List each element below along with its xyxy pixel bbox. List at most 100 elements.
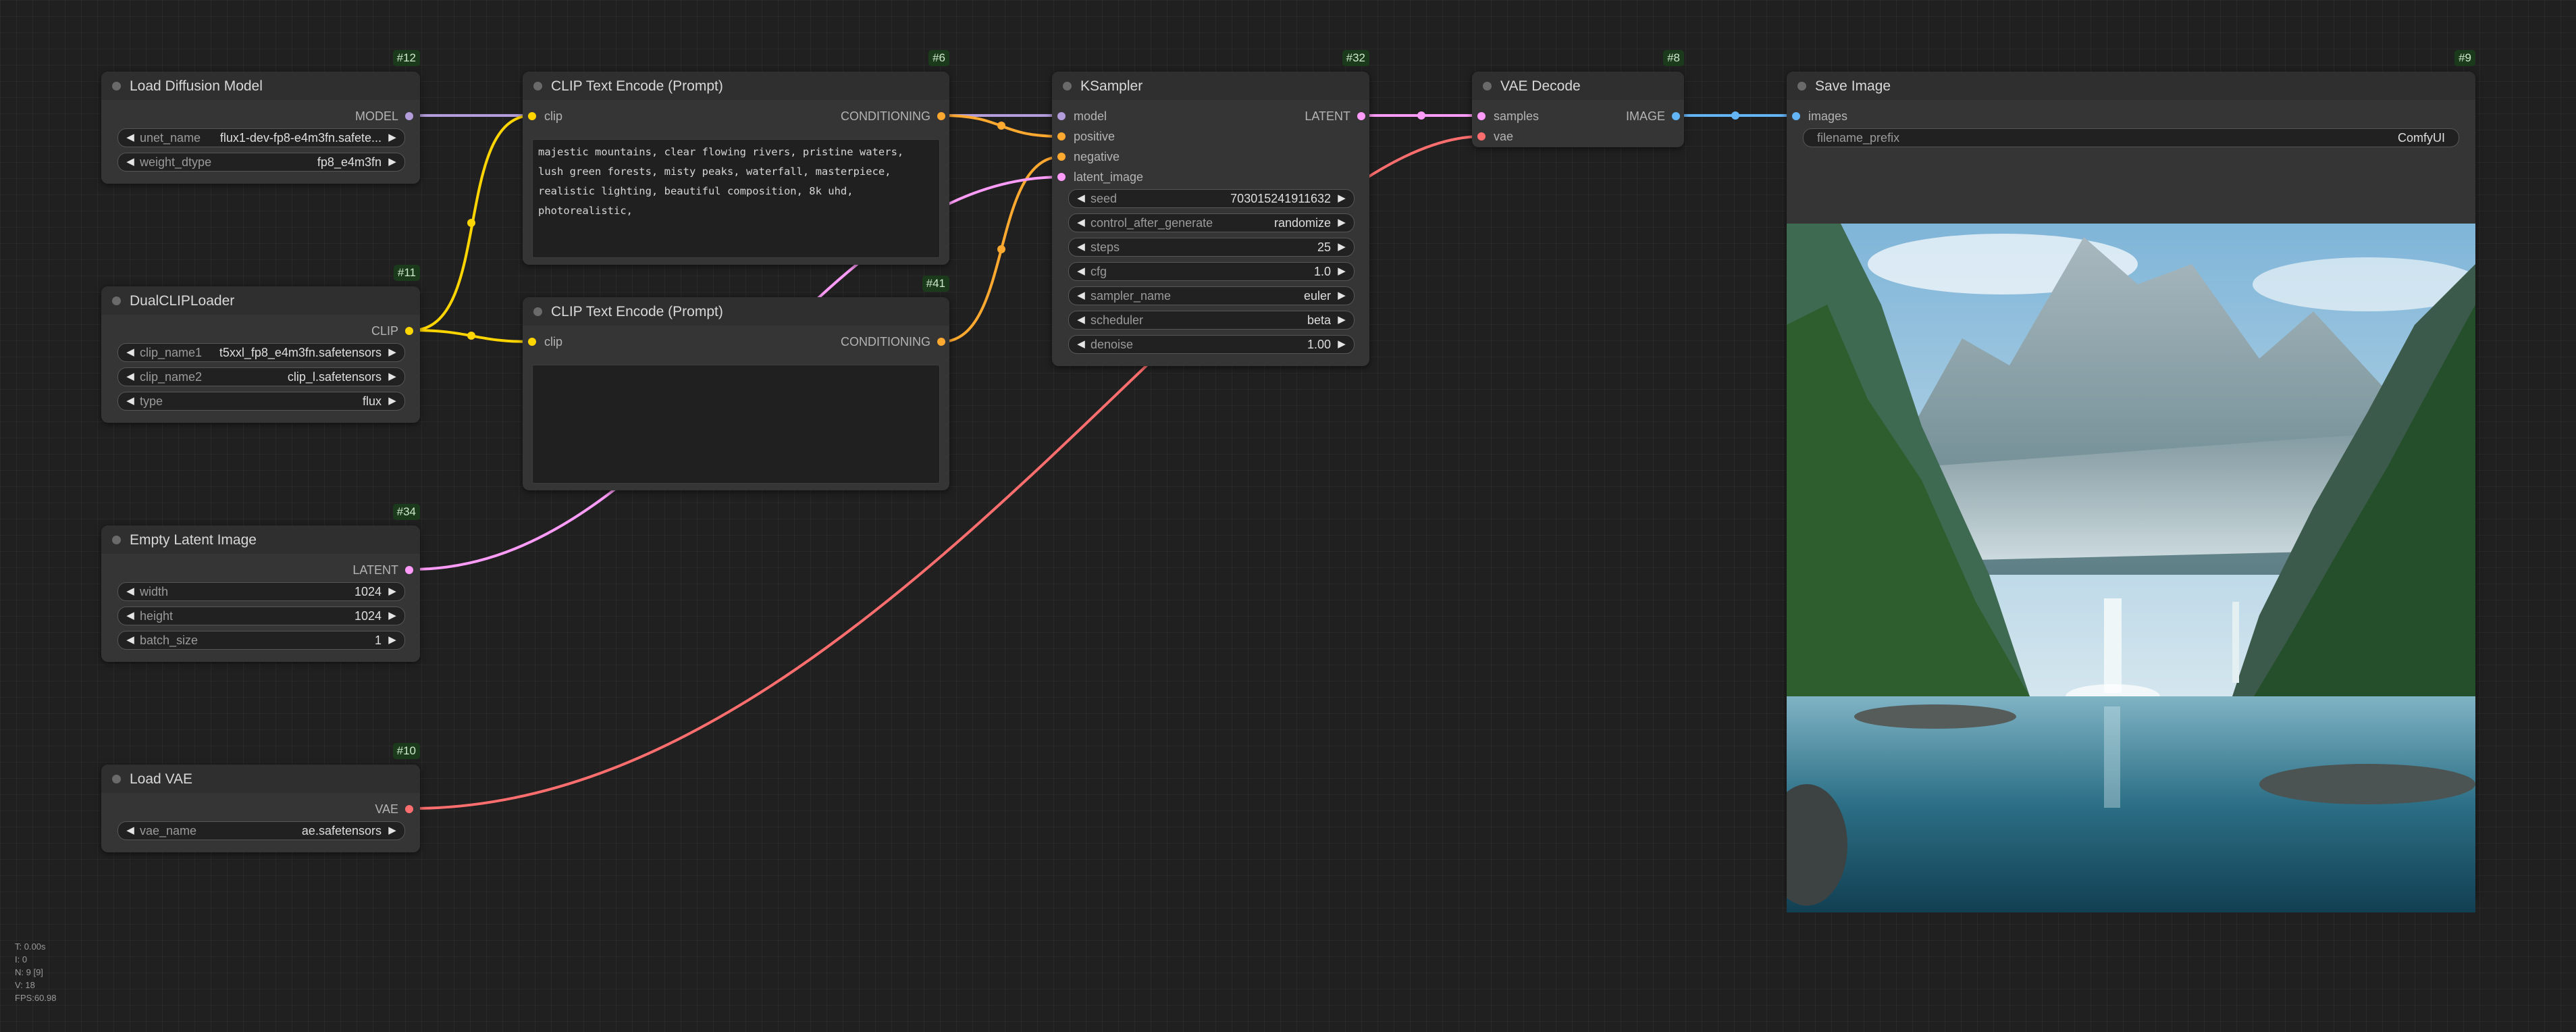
arrow-right-icon[interactable]: ▶ (1334, 263, 1349, 280)
port-dot-icon[interactable] (937, 112, 945, 120)
node-empty-latent-image[interactable]: #34 Empty Latent Image LATENT ◀ width 10… (101, 504, 420, 662)
arrow-left-icon[interactable]: ◀ (123, 129, 138, 147)
collapse-dot-icon[interactable] (1797, 82, 1806, 91)
node-clip-text-encode-positive[interactable]: #6 CLIP Text Encode (Prompt) clip CONDIT… (523, 50, 949, 265)
port-dot-icon[interactable] (1792, 112, 1800, 120)
port-label: latent_image (1074, 170, 1144, 184)
arrow-left-icon[interactable]: ◀ (123, 392, 138, 410)
arrow-right-icon[interactable]: ▶ (385, 153, 400, 171)
collapse-dot-icon[interactable] (112, 775, 121, 783)
arrow-right-icon[interactable]: ▶ (385, 607, 400, 625)
arrow-right-icon[interactable]: ▶ (1334, 190, 1349, 207)
arrow-left-icon[interactable]: ◀ (123, 822, 138, 840)
port-dot-icon[interactable] (1477, 112, 1486, 120)
port-dot-icon[interactable] (937, 338, 945, 346)
collapse-dot-icon[interactable] (1063, 82, 1072, 91)
arrow-left-icon[interactable]: ◀ (123, 607, 138, 625)
rocks (2259, 764, 2475, 804)
combo-vae-name[interactable]: ◀ vae_name ae.safetensors ▶ (117, 821, 405, 840)
node-load-diffusion-model[interactable]: #12 Load Diffusion Model MODEL ◀ unet_na… (101, 50, 420, 184)
combo-type[interactable]: ◀ type flux ▶ (117, 392, 405, 411)
port-dot-icon[interactable] (1357, 112, 1365, 120)
combo-control-after-generate[interactable]: ◀ control_after_generate randomize ▶ (1068, 213, 1355, 232)
node-dual-clip-loader[interactable]: #11 DualCLIPLoader CLIP ◀ clip_name1 t5x… (101, 265, 420, 423)
port-dot-icon[interactable] (528, 112, 536, 120)
prompt-textarea[interactable] (532, 365, 940, 484)
port-dot-icon[interactable] (1477, 132, 1486, 140)
collapse-dot-icon[interactable] (1483, 82, 1492, 91)
arrow-right-icon[interactable]: ▶ (1334, 238, 1349, 256)
arrow-right-icon[interactable]: ▶ (385, 822, 400, 840)
collapse-dot-icon[interactable] (112, 296, 121, 305)
collapse-dot-icon[interactable] (533, 307, 542, 316)
arrow-right-icon[interactable]: ▶ (385, 344, 400, 361)
collapse-dot-icon[interactable] (533, 82, 542, 91)
combo-weight-dtype[interactable]: ◀ weight_dtype fp8_e4m3fn ▶ (117, 153, 405, 172)
arrow-right-icon[interactable]: ▶ (385, 368, 400, 386)
arrow-left-icon[interactable]: ◀ (1074, 336, 1088, 353)
port-dot-icon[interactable] (1057, 132, 1066, 140)
node-save-image[interactable]: #9 Save Image images filename_prefix Com… (1787, 50, 2475, 912)
arrow-right-icon[interactable]: ▶ (1334, 214, 1349, 232)
arrow-left-icon[interactable]: ◀ (1074, 214, 1088, 232)
arrow-left-icon[interactable]: ◀ (123, 368, 138, 386)
port-dot-icon[interactable] (1672, 112, 1680, 120)
arrow-left-icon[interactable]: ◀ (1074, 311, 1088, 329)
port-dot-icon[interactable] (528, 338, 536, 346)
collapse-dot-icon[interactable] (112, 82, 121, 91)
number-steps[interactable]: ◀ steps 25 ▶ (1068, 238, 1355, 257)
port-dot-icon[interactable] (1057, 112, 1066, 120)
arrow-right-icon[interactable]: ▶ (1334, 336, 1349, 353)
arrow-right-icon[interactable]: ▶ (385, 583, 400, 600)
node-header[interactable]: CLIP Text Encode (Prompt) (523, 72, 949, 100)
node-header[interactable]: KSampler (1052, 72, 1369, 100)
number-height[interactable]: ◀ height 1024 ▶ (117, 607, 405, 625)
port-dot-icon[interactable] (1057, 173, 1066, 181)
arrow-right-icon[interactable]: ▶ (1334, 287, 1349, 305)
port-dot-icon[interactable] (405, 566, 413, 574)
combo-scheduler[interactable]: ◀ scheduler beta ▶ (1068, 311, 1355, 330)
port-dot-icon[interactable] (405, 805, 413, 813)
port-dot-icon[interactable] (1057, 153, 1066, 161)
prompt-textarea[interactable]: majestic mountains, clear flowing rivers… (532, 139, 940, 258)
number-denoise[interactable]: ◀ denoise 1.00 ▶ (1068, 335, 1355, 354)
combo-clip-name1[interactable]: ◀ clip_name1 t5xxl_fp8_e4m3fn.safetensor… (117, 343, 405, 362)
arrow-left-icon[interactable]: ◀ (123, 583, 138, 600)
arrow-right-icon[interactable]: ▶ (385, 129, 400, 147)
generated-image-preview[interactable] (1787, 224, 2475, 912)
arrow-left-icon[interactable]: ◀ (1074, 190, 1088, 207)
collapse-dot-icon[interactable] (112, 536, 121, 544)
number-batch-size[interactable]: ◀ batch_size 1 ▶ (117, 631, 405, 650)
number-seed[interactable]: ◀ seed 703015241911632 ▶ (1068, 189, 1355, 208)
node-load-vae[interactable]: #10 Load VAE VAE ◀ vae_name ae.safetenso… (101, 743, 420, 852)
port-dot-icon[interactable] (405, 112, 413, 120)
port-dot-icon[interactable] (405, 327, 413, 335)
widget-value: 1 (374, 634, 382, 647)
arrow-left-icon[interactable]: ◀ (1074, 238, 1088, 256)
combo-clip-name2[interactable]: ◀ clip_name2 clip_l.safetensors ▶ (117, 367, 405, 386)
node-id-badge: #8 (1663, 50, 1684, 66)
arrow-left-icon[interactable]: ◀ (1074, 287, 1088, 305)
node-header[interactable]: Empty Latent Image (101, 525, 420, 554)
combo-sampler-name[interactable]: ◀ sampler_name euler ▶ (1068, 286, 1355, 305)
arrow-left-icon[interactable]: ◀ (123, 344, 138, 361)
node-header[interactable]: Load VAE (101, 765, 420, 793)
node-header[interactable]: Load Diffusion Model (101, 72, 420, 100)
node-header[interactable]: DualCLIPLoader (101, 286, 420, 315)
number-cfg[interactable]: ◀ cfg 1.0 ▶ (1068, 262, 1355, 281)
arrow-left-icon[interactable]: ◀ (1074, 263, 1088, 280)
node-vae-decode[interactable]: #8 VAE Decode samples vae IMAGE (1472, 50, 1684, 147)
node-header[interactable]: Save Image (1787, 72, 2475, 100)
node-clip-text-encode-negative[interactable]: #41 CLIP Text Encode (Prompt) clip CONDI… (523, 276, 949, 490)
arrow-left-icon[interactable]: ◀ (123, 153, 138, 171)
node-header[interactable]: CLIP Text Encode (Prompt) (523, 297, 949, 326)
arrow-right-icon[interactable]: ▶ (385, 631, 400, 649)
arrow-left-icon[interactable]: ◀ (123, 631, 138, 649)
node-ksampler[interactable]: #32 KSampler model positive negative lat… (1052, 50, 1369, 366)
node-header[interactable]: VAE Decode (1472, 72, 1684, 100)
arrow-right-icon[interactable]: ▶ (385, 392, 400, 410)
number-width[interactable]: ◀ width 1024 ▶ (117, 582, 405, 601)
combo-unet-name[interactable]: ◀ unet_name flux1-dev-fp8-e4m3fn.safete.… (117, 128, 405, 147)
arrow-right-icon[interactable]: ▶ (1334, 311, 1349, 329)
text-filename-prefix[interactable]: filename_prefix ComfyUI (1803, 128, 2459, 147)
